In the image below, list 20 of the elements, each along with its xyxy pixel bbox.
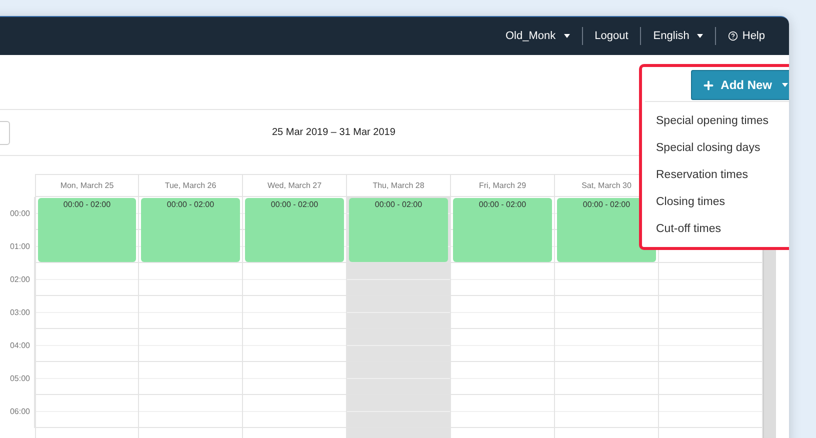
time-slot-event[interactable]: 00:00 - 02:00: [38, 198, 136, 262]
day-header: Mon, March 25: [35, 174, 139, 197]
user-menu[interactable]: Old_Monk: [494, 30, 582, 42]
time-slot-event[interactable]: 00:00 - 02:00: [245, 198, 344, 262]
day-header: Fri, March 29: [451, 174, 555, 197]
help-link[interactable]: Help: [716, 30, 777, 42]
time-slot-event[interactable]: 00:00 - 02:00: [349, 198, 448, 262]
add-new-button[interactable]: Add New: [690, 70, 789, 100]
language-menu[interactable]: English: [641, 30, 716, 42]
date-range: 25 Mar 2019 – 31 Mar 2019: [272, 127, 396, 138]
time-slot-event[interactable]: 00:00 - 02:00: [453, 198, 552, 262]
day-header: Thu, March 28: [347, 174, 451, 197]
logout-link[interactable]: Logout: [582, 30, 640, 42]
day-header: Wed, March 27: [243, 174, 347, 197]
time-slot-event[interactable]: 00:00 - 02:00: [141, 198, 240, 262]
menu-item[interactable]: Special closing days: [645, 135, 789, 162]
menu-item[interactable]: Special opening times: [645, 108, 789, 135]
day-header: Tue, March 26: [139, 174, 243, 197]
help-icon: [728, 31, 738, 41]
plus-icon: [702, 78, 715, 92]
